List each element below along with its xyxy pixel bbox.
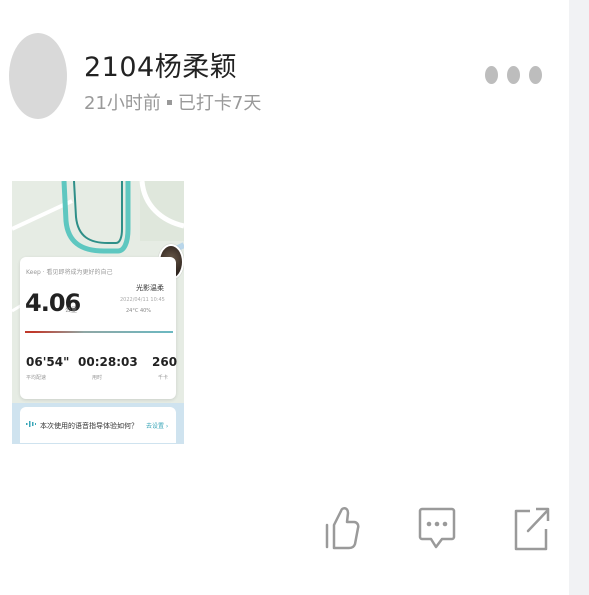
share-button[interactable] xyxy=(512,503,550,555)
pace-label: 平均配速 xyxy=(26,375,47,381)
thumbs-up-icon xyxy=(325,507,360,550)
voice-settings-link: 去设置 › xyxy=(146,423,169,430)
more-options-button[interactable] xyxy=(485,66,542,84)
weather-info: 24°C 40% xyxy=(126,308,152,314)
voice-question: 本次使用的语音指导体验如何？ xyxy=(40,422,138,430)
calories-value: 260 xyxy=(152,355,178,369)
post-username[interactable]: 2104杨柔颖 xyxy=(84,45,237,84)
card-source: Keep · 看见即将成为更好的自己 xyxy=(26,269,113,276)
comment-button[interactable] xyxy=(418,503,456,555)
pace-track xyxy=(25,331,173,333)
post-time: 21小时前 xyxy=(84,93,161,114)
runner-name: 光影温柔 xyxy=(136,284,164,292)
avatar[interactable] xyxy=(9,33,67,119)
more-dot-icon xyxy=(485,66,498,84)
checkin-streak: 已打卡7天 xyxy=(177,93,262,114)
attached-image[interactable]: Keep · 看见即将成为更好的自己 4.06 公里 光影温柔 2022/04/… xyxy=(12,181,184,444)
pace-value: 06'54" xyxy=(26,355,70,369)
comment-icon xyxy=(418,507,456,549)
post-meta: 21小时前 已打卡7天 xyxy=(84,89,261,115)
distance-unit: 公里 xyxy=(65,307,78,314)
separator-dot xyxy=(166,100,172,105)
voice-feedback-bar: 本次使用的语音指导体验如何？ 去设置 › xyxy=(20,407,176,443)
workout-summary-card: Keep · 看见即将成为更好的自己 4.06 公里 光影温柔 2022/04/… xyxy=(20,257,178,399)
share-icon xyxy=(514,507,550,551)
workout-date: 2022/04/11 10:45 xyxy=(120,297,165,303)
duration-value: 00:28:03 xyxy=(78,355,138,369)
more-dot-icon xyxy=(507,66,520,84)
like-button[interactable] xyxy=(324,503,360,555)
more-dot-icon xyxy=(529,66,542,84)
calories-label: 千卡 xyxy=(158,375,169,381)
voice-wave-icon xyxy=(26,421,36,427)
duration-label: 用时 xyxy=(92,375,103,381)
scrollbar-track xyxy=(569,0,589,595)
